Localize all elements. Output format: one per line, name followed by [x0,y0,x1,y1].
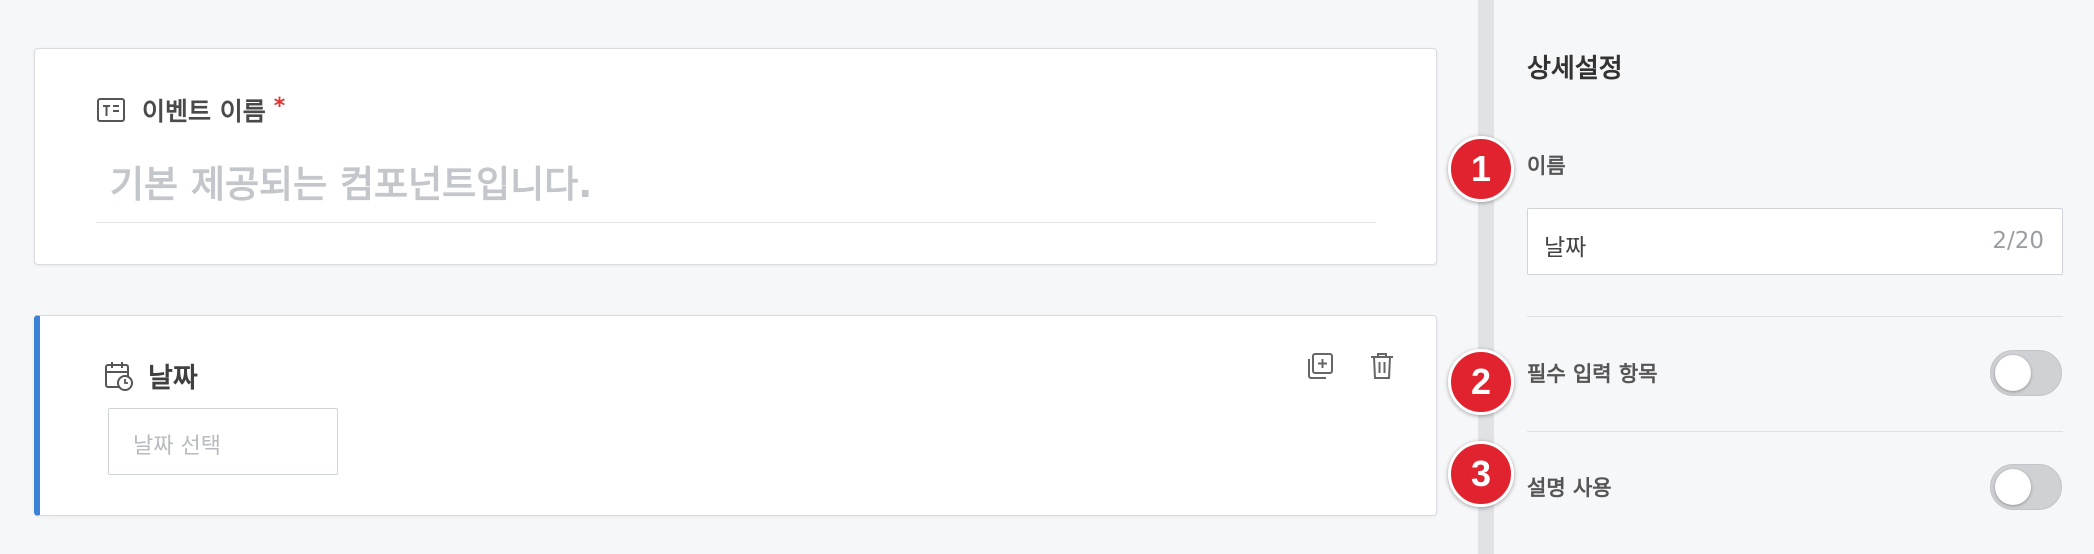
trash-icon[interactable] [1366,350,1398,382]
name-input-value: 날짜 [1544,235,1587,261]
divider [1527,431,2063,432]
event-name-title-row: 이벤트 이름 * [96,92,285,128]
annotation-badge-1: 1 [1448,136,1514,202]
date-title-row: 날짜 [104,356,198,395]
divider [1527,316,2063,317]
description-toggle[interactable] [1990,464,2062,510]
text-field-icon [96,97,126,123]
calendar-clock-icon [104,360,134,392]
name-input[interactable]: 날짜 2/20 [1527,208,2063,275]
annotation-badge-3: 3 [1448,441,1514,507]
card-actions [1304,350,1398,382]
toggle-knob [1995,355,2031,391]
panel-title: 상세설정 [1527,54,1623,84]
date-picker-placeholder: 날짜 선택 [133,434,221,459]
required-toggle[interactable] [1990,350,2062,396]
date-picker-input[interactable]: 날짜 선택 [108,408,338,475]
date-component-card[interactable]: 날짜 선택 [34,315,1437,516]
required-mark: * [273,93,286,119]
description-label: 설명 사용 [1527,476,1612,500]
event-name-placeholder[interactable]: 기본 제공되는 컴포넌트입니다. [110,154,592,208]
date-title: 날짜 [148,363,198,394]
name-char-counter: 2/20 [1992,228,2044,254]
copy-add-icon[interactable] [1304,350,1336,382]
annotation-badge-2: 2 [1448,349,1514,415]
event-name-title: 이벤트 이름 [142,97,266,126]
name-label: 이름 [1527,154,1566,178]
event-name-underline [96,222,1376,223]
toggle-knob [1995,469,2031,505]
required-label: 필수 입력 항목 [1527,362,1658,386]
detail-settings-panel: 상세설정 이름 날짜 2/20 필수 입력 항목 설명 사용 [1494,0,2094,554]
